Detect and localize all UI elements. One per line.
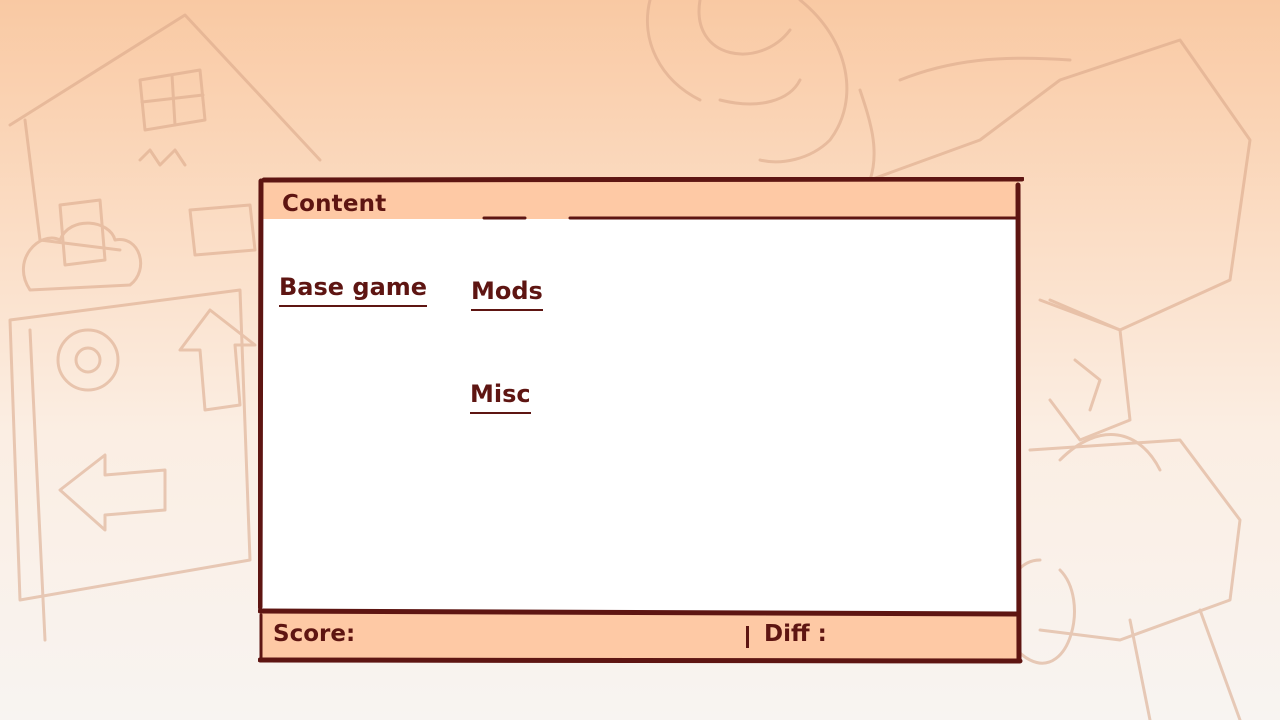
link-underline [279,305,428,307]
diff-divider [746,626,749,648]
window-title: Content [282,191,387,217]
status-bar [260,613,1018,659]
category-label: Misc [470,380,531,408]
category-misc[interactable]: Misc [470,380,531,414]
score-label: Score: [273,621,356,647]
category-mods[interactable]: Mods [471,277,543,311]
category-base-game[interactable]: Base game [279,273,428,307]
category-label: Base game [279,273,428,301]
link-underline [471,309,543,311]
diff-label: Diff : [764,621,827,647]
window-header: Content [262,181,1018,219]
category-label: Mods [471,277,543,305]
content-window: Content Base game Mods Misc Score: Diff … [258,177,1024,665]
link-underline [470,412,531,414]
